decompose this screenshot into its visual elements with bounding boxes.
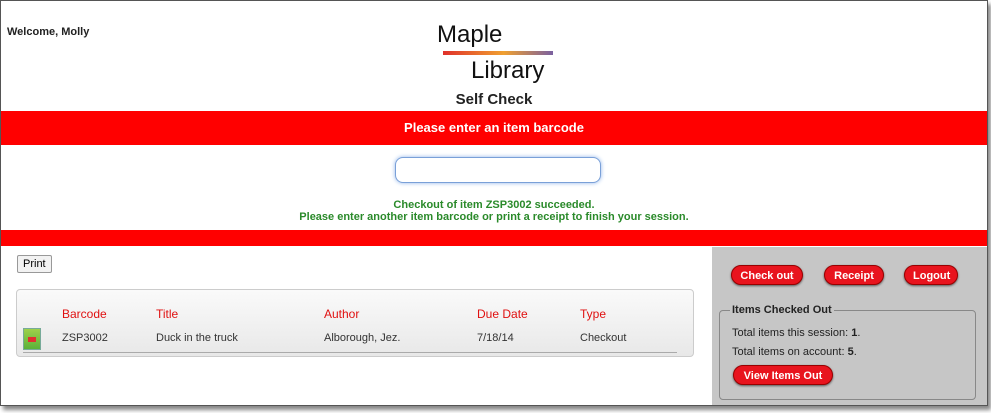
book-cover-thumbnail: [23, 328, 41, 350]
logo-word-maple: Maple: [437, 21, 503, 48]
divider-banner: [1, 230, 987, 246]
status-instruction-message: Please enter another item barcode or pri…: [299, 211, 689, 223]
account-total-period: .: [853, 346, 857, 358]
items-checked-out-legend: Items Checked Out: [730, 304, 834, 316]
page-title: Self Check: [455, 91, 533, 108]
session-total-text: Total items this session: 1.: [732, 327, 860, 339]
print-button[interactable]: Print: [17, 255, 52, 273]
logo-word-library: Library: [471, 57, 545, 84]
check-out-button[interactable]: Check out: [731, 265, 803, 285]
session-total-period: .: [857, 327, 861, 339]
account-total-text: Total items on account: 5.: [732, 346, 857, 358]
view-items-out-button[interactable]: View Items Out: [733, 365, 833, 385]
maple-library-logo: Maple Library: [437, 21, 567, 89]
barcode-input[interactable]: [395, 157, 601, 183]
prompt-banner: Please enter an item barcode: [1, 111, 987, 145]
items-table: Barcode Title Author Due Date Type ZSP30…: [16, 289, 694, 357]
column-header-author: Author: [324, 307, 360, 321]
account-total-label: Total items on account:: [732, 346, 848, 358]
status-success-message: Checkout of item ZSP3002 succeeded.: [393, 199, 595, 211]
session-total-label: Total items this session:: [732, 327, 852, 339]
cell-author: Alborough, Jez.: [324, 332, 401, 344]
column-header-type: Type: [580, 307, 607, 321]
cell-barcode: ZSP3002: [62, 332, 108, 344]
column-header-due-date: Due Date: [477, 307, 528, 321]
column-header-title: Title: [156, 307, 179, 321]
logout-button[interactable]: Logout: [904, 265, 958, 285]
cell-title: Duck in the truck: [156, 332, 238, 344]
self-check-window: Welcome, Molly Maple Library Self Check …: [0, 0, 988, 406]
welcome-text: Welcome, Molly: [7, 26, 90, 38]
cell-due-date: 7/18/14: [477, 332, 514, 344]
column-header-barcode: Barcode: [62, 307, 107, 321]
logo-underline: [443, 51, 553, 55]
receipt-button[interactable]: Receipt: [824, 265, 884, 285]
row-divider: [23, 352, 677, 353]
cell-type: Checkout: [580, 332, 627, 344]
